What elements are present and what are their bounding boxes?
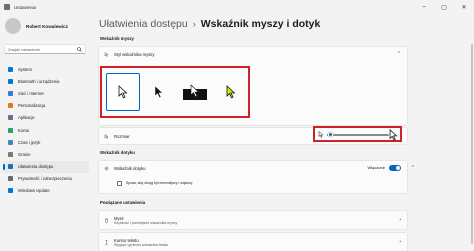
pointer-style-header[interactable]: Styl wskaźnika myszy ⌃	[99, 47, 407, 61]
breadcrumb-separator: ›	[192, 19, 196, 29]
related-text-cursor-sub: Wygląd i grubość wskaźnika tekstu	[114, 242, 169, 247]
window-title: Ustawienia	[14, 4, 37, 10]
pointer-style-label: Styl wskaźnika myszy	[114, 51, 155, 57]
sidebar-item-label: Windows Update	[18, 188, 50, 194]
sidebar-item-label: Bluetooth i urządzenia	[18, 78, 60, 84]
sidebar-item-bluetooth[interactable]: Bluetooth i urządzenia	[3, 75, 89, 87]
text-cursor-icon	[105, 239, 108, 245]
chevron-right-icon: ›	[399, 217, 401, 223]
scrollbar[interactable]	[471, 44, 473, 244]
main-content: Ułatwienia dostępu › Wskaźnik myszy i do…	[92, 14, 474, 251]
sidebar-item-personalization[interactable]: Personalizacja	[3, 100, 89, 112]
related-mouse-row[interactable]: Mysz Szybkość i przewijanie wskaźnika my…	[99, 211, 407, 229]
sidebar-item-label: System	[18, 66, 32, 72]
settings-app-icon	[4, 4, 10, 10]
touch-icon	[104, 166, 109, 170]
pointer-style-custom[interactable]	[214, 73, 248, 111]
avatar	[5, 18, 21, 34]
touch-indicator-label: Wskaźnik dotyku	[114, 165, 146, 171]
section-title-touch: Wskaźnik dotyku	[100, 150, 135, 155]
white-pointer-icon	[118, 85, 128, 99]
window-controls: – ▢ ✕	[414, 0, 474, 14]
mouse-icon	[105, 217, 108, 223]
chevron-up-icon[interactable]: ⌃	[397, 51, 401, 57]
pointer-style-black[interactable]	[142, 73, 176, 111]
sidebar-item-time-language[interactable]: Czas i język	[3, 136, 89, 148]
gaming-icon	[8, 151, 13, 157]
large-pointer-icon	[389, 129, 398, 141]
small-pointer-icon	[318, 131, 324, 138]
title-bar: Ustawienia – ▢ ✕	[0, 0, 474, 14]
sidebar-item-label: Granie	[18, 151, 31, 157]
pointer-size-icon	[104, 133, 109, 139]
search-placeholder: Znajdź ustawienie	[8, 46, 41, 52]
pointer-style-icon	[104, 51, 109, 57]
pointer-size-slider[interactable]	[327, 132, 389, 137]
bluetooth-icon	[8, 78, 13, 84]
sidebar-item-label: Aplikacje	[18, 115, 35, 121]
touch-toggle[interactable]	[389, 165, 401, 171]
account-icon	[8, 127, 13, 133]
pointer-style-inverted[interactable]	[178, 73, 212, 111]
sidebar-item-label: Ułatwienia dostępu	[18, 164, 54, 170]
network-icon	[8, 90, 13, 96]
sidebar-item-privacy[interactable]: Prywatność i zabezpieczenia	[3, 173, 89, 185]
touch-toggle-state: Włączone	[367, 165, 385, 170]
search-icon	[77, 47, 82, 52]
darker-circle-checkbox[interactable]	[117, 180, 122, 186]
sidebar-item-label: Czas i język	[18, 139, 41, 145]
sidebar-item-label: Personalizacja	[18, 103, 46, 109]
pointer-size-label: Rozmiar	[114, 133, 130, 139]
user-profile[interactable]: Robert Kowalewicz	[5, 18, 68, 34]
accessibility-icon	[8, 164, 13, 170]
pointer-style-options	[100, 66, 250, 118]
darker-circle-label: Spraw, aby okrąg był ciemniejszy i więks…	[126, 181, 193, 185]
touch-darker-row[interactable]: Spraw, aby okrąg był ciemniejszy i więks…	[99, 175, 407, 191]
sidebar-item-accounts[interactable]: Konta	[3, 124, 89, 136]
breadcrumb: Ułatwienia dostępu › Wskaźnik myszy i do…	[99, 18, 320, 30]
pointer-style-white[interactable]	[106, 73, 140, 111]
related-text-cursor-row[interactable]: Kursor tekstu Wygląd i grubość wskaźnika…	[99, 233, 407, 251]
section-title-related: Powiązane ustawienia	[100, 200, 146, 205]
chevron-up-icon[interactable]: ⌃	[411, 165, 415, 171]
profile-name: Robert Kowalewicz	[26, 23, 68, 29]
sidebar-item-label: Sieć i Internet	[18, 90, 44, 96]
maximize-button[interactable]: ▢	[434, 0, 454, 14]
sidebar-nav: System Bluetooth i urządzenia Sieć i Int…	[3, 63, 89, 197]
close-button[interactable]: ✕	[454, 0, 474, 14]
clock-icon	[8, 139, 13, 145]
apps-icon	[8, 115, 13, 121]
related-mouse-sub: Szybkość i przewijanie wskaźnika myszy	[114, 220, 178, 225]
update-icon	[8, 188, 13, 194]
sidebar: Robert Kowalewicz Znajdź ustawienie Syst…	[0, 14, 92, 251]
sidebar-item-system[interactable]: System	[3, 63, 89, 75]
sidebar-item-label: Prywatność i zabezpieczenia	[18, 176, 72, 182]
sidebar-item-network[interactable]: Sieć i Internet	[3, 87, 89, 99]
sidebar-item-label: Konta	[18, 127, 29, 133]
custom-pointer-icon	[226, 85, 236, 99]
page-title: Wskaźnik myszy i dotyk	[200, 18, 321, 30]
section-title-mouse-pointer: Wskaźnik myszy	[100, 36, 134, 41]
sidebar-item-windows-update[interactable]: Windows Update	[3, 185, 89, 197]
touch-indicator-card: Wskaźnik dotyku Włączone ⌃ Spraw, aby ok…	[98, 160, 415, 194]
system-icon	[8, 66, 13, 72]
touch-indicator-row[interactable]: Wskaźnik dotyku Włączone ⌃	[99, 161, 415, 175]
pointer-size-slider-area	[313, 126, 402, 142]
sidebar-item-apps[interactable]: Aplikacje	[3, 112, 89, 124]
black-pointer-icon	[154, 85, 164, 99]
inverted-pointer-icon	[183, 84, 207, 100]
related-mouse-card[interactable]: Mysz Szybkość i przewijanie wskaźnika my…	[98, 210, 408, 230]
sidebar-item-accessibility[interactable]: Ułatwienia dostępu	[3, 160, 89, 173]
slider-thumb[interactable]	[327, 132, 333, 137]
related-text-cursor-card[interactable]: Kursor tekstu Wygląd i grubość wskaźnika…	[98, 232, 408, 251]
search-input[interactable]: Znajdź ustawienie	[4, 44, 86, 54]
brush-icon	[8, 103, 13, 109]
shield-icon	[8, 176, 13, 182]
chevron-right-icon: ›	[399, 239, 401, 245]
breadcrumb-parent[interactable]: Ułatwienia dostępu	[99, 18, 188, 30]
minimize-button[interactable]: –	[414, 0, 434, 14]
sidebar-item-gaming[interactable]: Granie	[3, 148, 89, 160]
